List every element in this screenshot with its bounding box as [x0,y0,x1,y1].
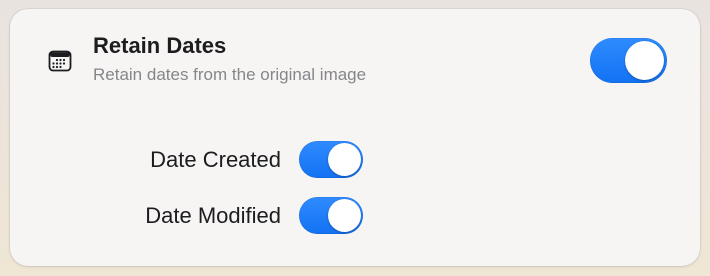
setting-title: Retain Dates [93,33,227,58]
toggle-knob [328,199,361,232]
toggle-knob [328,143,361,176]
setting-subtitle: Retain dates from the original image [93,65,367,84]
date-modified-toggle[interactable] [299,197,363,234]
calendar-icon [48,49,72,73]
retain-dates-card: Retain Dates Retain dates from the origi… [10,9,700,266]
date-modified-label: Date Modified [145,203,281,228]
date-created-toggle[interactable] [299,141,363,178]
retain-dates-toggle[interactable] [590,38,667,83]
date-created-label: Date Created [150,147,281,172]
toggle-knob [625,41,664,80]
